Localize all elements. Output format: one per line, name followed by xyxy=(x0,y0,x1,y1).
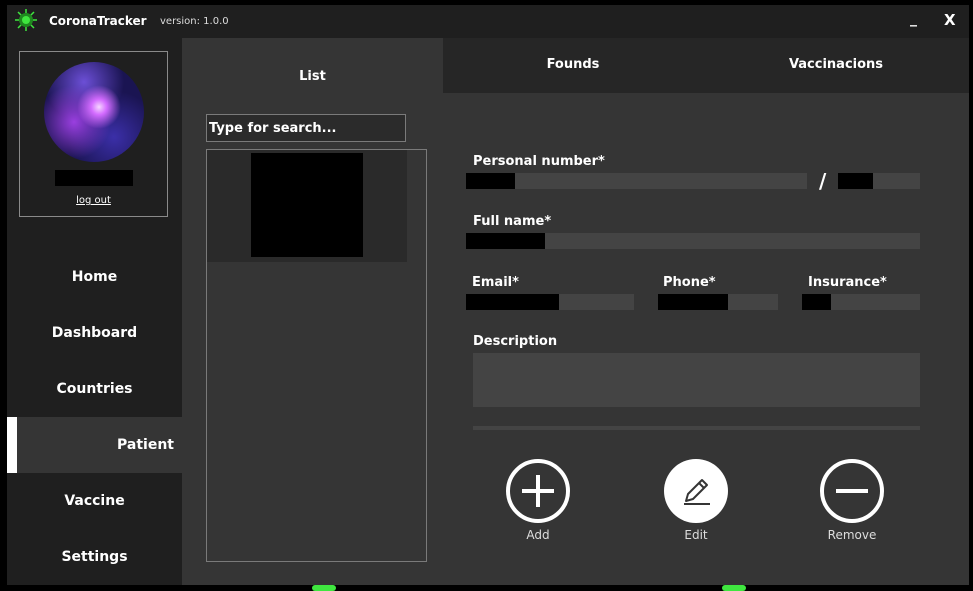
patient-list[interactable] xyxy=(206,149,427,562)
sidebar-item-home[interactable]: Home xyxy=(7,249,182,305)
app-title: CoronaTracker xyxy=(49,14,147,28)
edit-button[interactable]: Edit xyxy=(646,459,746,542)
minimize-button[interactable]: _ xyxy=(910,11,917,27)
background-glow xyxy=(722,585,746,591)
sidebar-item-patient[interactable]: Patient xyxy=(7,417,182,473)
field-redacted xyxy=(466,294,559,310)
search-input[interactable] xyxy=(206,114,406,142)
full-name-label: Full name* xyxy=(473,214,552,229)
list-item[interactable] xyxy=(207,150,407,262)
field-redacted xyxy=(466,173,515,189)
title-bar: CoronaTracker version: 1.0.0 _ X xyxy=(7,5,969,38)
email-label: Email* xyxy=(472,275,519,290)
profile-card: log out xyxy=(19,51,168,217)
sidebar: log out Home Dashboard Countries Patient… xyxy=(7,38,182,585)
personal-number-separator: / xyxy=(819,169,827,193)
add-icon xyxy=(506,459,570,523)
add-button[interactable]: Add xyxy=(488,459,588,542)
divider xyxy=(473,426,920,430)
field-redacted xyxy=(466,233,545,249)
app-window: CoronaTracker version: 1.0.0 _ X log out… xyxy=(7,5,969,585)
background-glow xyxy=(312,585,336,591)
field-redacted xyxy=(838,173,873,189)
minus-icon xyxy=(820,459,884,523)
sidebar-item-label: Patient xyxy=(117,437,174,453)
tab-list[interactable]: List xyxy=(182,38,443,93)
username-redacted xyxy=(55,170,133,186)
virus-logo-icon xyxy=(15,9,37,31)
personal-number-label: Personal number* xyxy=(473,154,605,169)
edit-label: Edit xyxy=(684,528,708,542)
add-label: Add xyxy=(526,528,550,542)
sidebar-item-dashboard[interactable]: Dashboard xyxy=(7,305,182,361)
app-version: version: 1.0.0 xyxy=(160,16,229,27)
patient-form: Personal number* / Full name* Email* Pho… xyxy=(443,93,969,585)
sidebar-item-settings[interactable]: Settings xyxy=(7,529,182,585)
pencil-icon xyxy=(664,459,728,523)
remove-button[interactable]: Remove xyxy=(802,459,902,542)
email-field[interactable] xyxy=(466,294,634,310)
description-field[interactable] xyxy=(473,353,920,407)
sidebar-item-vaccine[interactable]: Vaccine xyxy=(7,473,182,529)
logout-link[interactable]: log out xyxy=(20,195,167,206)
active-indicator xyxy=(7,417,17,473)
personal-number-field[interactable] xyxy=(466,173,807,189)
list-panel xyxy=(182,93,443,585)
sidebar-item-countries[interactable]: Countries xyxy=(7,361,182,417)
field-redacted xyxy=(658,294,728,310)
remove-label: Remove xyxy=(827,528,877,542)
close-button[interactable]: X xyxy=(944,11,956,29)
tab-vaccinacions[interactable]: Vaccinacions xyxy=(703,38,969,93)
field-redacted xyxy=(802,294,831,310)
tab-founds[interactable]: Founds xyxy=(443,38,703,93)
phone-label: Phone* xyxy=(663,275,716,290)
description-label: Description xyxy=(473,334,558,349)
insurance-field[interactable] xyxy=(802,294,920,310)
list-item-redacted xyxy=(251,153,363,257)
full-name-field[interactable] xyxy=(466,233,920,249)
personal-number-suffix-field[interactable] xyxy=(838,173,920,189)
phone-field[interactable] xyxy=(658,294,778,310)
insurance-label: Insurance* xyxy=(808,275,887,290)
avatar xyxy=(44,62,144,162)
